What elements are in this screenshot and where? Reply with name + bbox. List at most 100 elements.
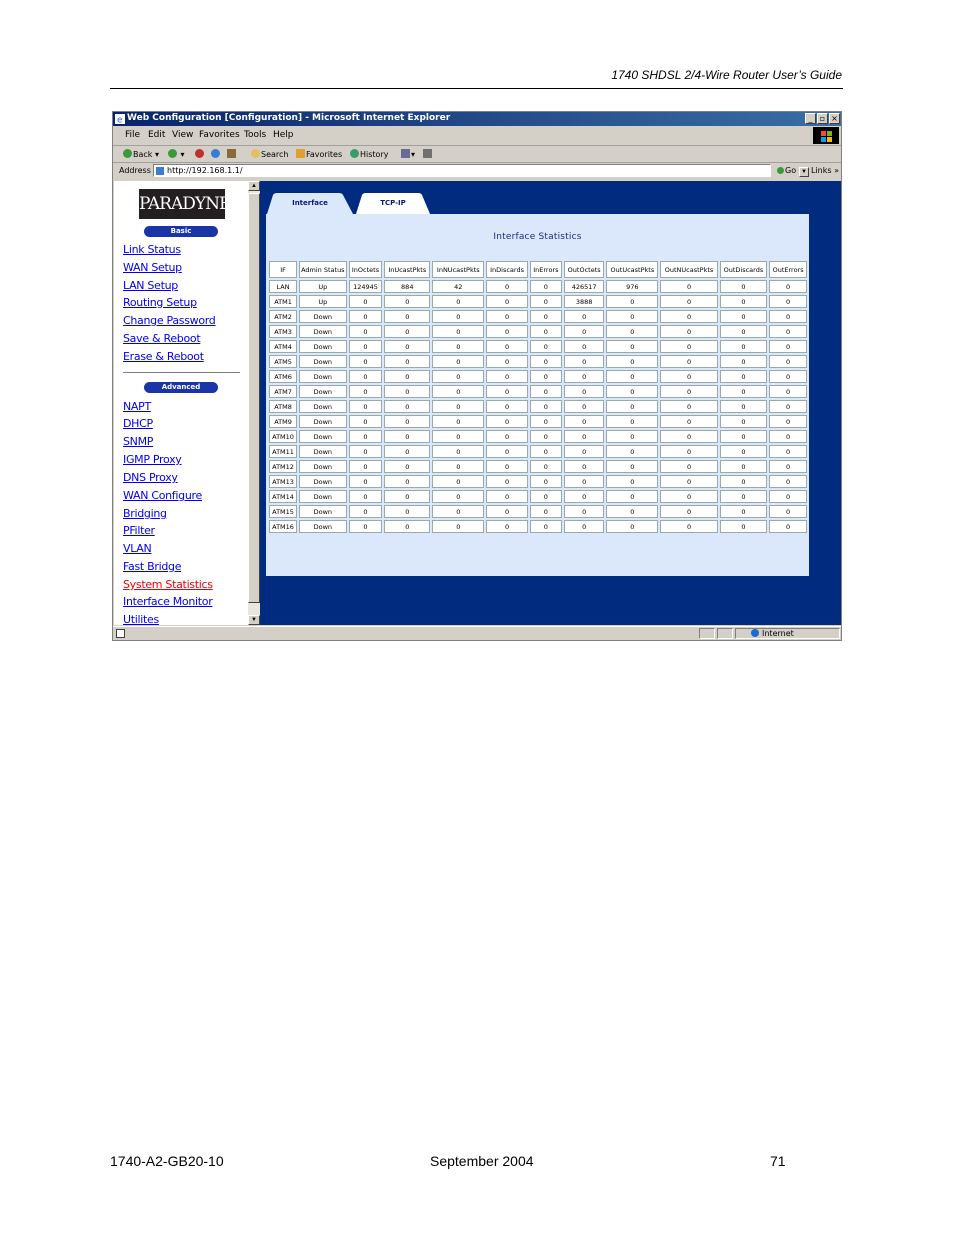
table-cell: 0 [486,415,528,428]
nav-vlan[interactable]: VLAN [123,542,152,555]
table-cell: 0 [564,370,605,383]
table-row: ATM2 Down 0 0 0 0 0 0 0 0 0 0 [269,310,807,323]
menu-help[interactable]: Help [273,130,294,140]
menu-favorites[interactable]: Favorites [199,130,240,140]
address-dropdown-icon[interactable]: ▼ [799,167,809,177]
table-cell: 0 [384,370,431,383]
table-cell: 0 [660,370,718,383]
windows-logo-icon [813,127,839,144]
menu-file[interactable]: File [125,130,140,140]
nav-wan-configure[interactable]: WAN Configure [123,489,202,502]
table-cell: 0 [719,280,768,293]
table-cell: 426517 [564,280,605,293]
refresh-button[interactable] [211,149,221,159]
table-cell: 0 [348,505,383,518]
address-input[interactable]: http://192.168.1.1/ ▼ [153,164,809,177]
nav-igmp-proxy[interactable]: IGMP Proxy [123,453,182,466]
table-cell: ATM4 [269,340,298,353]
scroll-down-icon[interactable]: ▼ [248,615,260,625]
tab-interface[interactable]: Interface [267,193,353,214]
table-cell: Down [299,340,347,353]
table-cell: 0 [606,400,659,413]
title-bar[interactable]: e Web Configuration [Configuration] - Mi… [113,112,841,126]
table-cell: Up [299,295,347,308]
search-button[interactable]: Search [251,149,288,159]
navigation-scrollbar[interactable]: ▲ ▼ [248,181,260,625]
table-cell: Up [299,280,347,293]
nav-lan-setup[interactable]: LAN Setup [123,279,178,292]
nav-bridging[interactable]: Bridging [123,507,167,520]
table-cell: 0 [769,280,807,293]
table-cell: Down [299,415,347,428]
stop-icon [195,149,204,158]
forward-button[interactable]: ▾ [168,149,185,159]
nav-pfilter[interactable]: PFilter [123,524,155,537]
table-cell: 0 [606,520,659,533]
go-button[interactable]: Go [777,166,796,175]
tab-tcp-ip[interactable]: TCP-IP [356,193,430,214]
table-cell: 0 [348,415,383,428]
links-button[interactable]: Links » [811,166,839,175]
search-icon [251,149,260,158]
table-cell: ATM10 [269,430,298,443]
globe-icon [751,629,759,637]
maximize-button[interactable]: ▫ [817,113,828,124]
nav-erase-reboot[interactable]: Erase & Reboot [123,350,204,363]
favorites-button[interactable]: Favorites [296,149,342,159]
interface-statistics-panel: Interface Statistics IF Admin Status InOct… [266,214,809,576]
nav-utilites[interactable]: Utilites [123,613,159,625]
table-cell: 0 [660,325,718,338]
content-frame: Interface TCP-IP Interface Statistics IF… [260,181,841,625]
table-cell: 0 [606,460,659,473]
table-cell: Down [299,505,347,518]
nav-save-reboot[interactable]: Save & Reboot [123,332,201,345]
table-cell: 0 [564,460,605,473]
table-cell: 0 [486,340,528,353]
table-cell: 0 [719,475,768,488]
home-icon [227,149,236,158]
mail-button[interactable]: ▾ [401,149,415,159]
table-cell: 0 [432,460,485,473]
navigation-frame: PARADYNE Basic Link Status WAN Setup LAN… [114,181,259,625]
stop-button[interactable] [195,149,205,159]
table-cell: 0 [769,310,807,323]
address-url: http://192.168.1.1/ [167,166,243,175]
table-cell: 0 [384,400,431,413]
nav-fast-bridge[interactable]: Fast Bridge [123,560,181,573]
table-cell: 0 [486,355,528,368]
table-cell: ATM6 [269,370,298,383]
scroll-thumb[interactable] [248,193,260,603]
table-cell: 0 [384,295,431,308]
nav-napt[interactable]: NAPT [123,400,151,413]
menu-tools[interactable]: Tools [244,130,266,140]
nav-interface-monitor[interactable]: Interface Monitor [123,595,213,608]
basic-section-label: Basic [144,226,218,237]
nav-system-statistics[interactable]: System Statistics [123,578,213,591]
table-row: ATM12 Down 0 0 0 0 0 0 0 0 0 0 [269,460,807,473]
table-cell: 0 [564,475,605,488]
close-button[interactable]: × [829,113,840,124]
table-cell: 0 [384,385,431,398]
table-cell: 0 [719,400,768,413]
nav-dns-proxy[interactable]: DNS Proxy [123,471,178,484]
print-button[interactable] [423,149,433,159]
nav-change-password[interactable]: Change Password [123,314,216,327]
scroll-up-icon[interactable]: ▲ [248,181,260,191]
nav-wan-setup[interactable]: WAN Setup [123,261,182,274]
nav-snmp[interactable]: SNMP [123,435,153,448]
menu-view[interactable]: View [172,130,193,140]
menu-edit[interactable]: Edit [148,130,165,140]
back-button[interactable]: Back ▾ [123,149,159,159]
table-cell: 0 [384,460,431,473]
table-cell: 0 [564,430,605,443]
table-cell: 0 [529,355,563,368]
column-header: OutErrors [769,261,807,278]
nav-routing-setup[interactable]: Routing Setup [123,296,197,309]
minimize-button[interactable]: _ [805,113,816,124]
table-cell: 0 [769,460,807,473]
home-button[interactable] [227,149,237,159]
nav-link-status[interactable]: Link Status [123,243,181,256]
history-button[interactable]: History [350,149,388,159]
nav-dhcp[interactable]: DHCP [123,417,153,430]
menu-bar: File Edit View Favorites Tools Help [113,126,841,146]
